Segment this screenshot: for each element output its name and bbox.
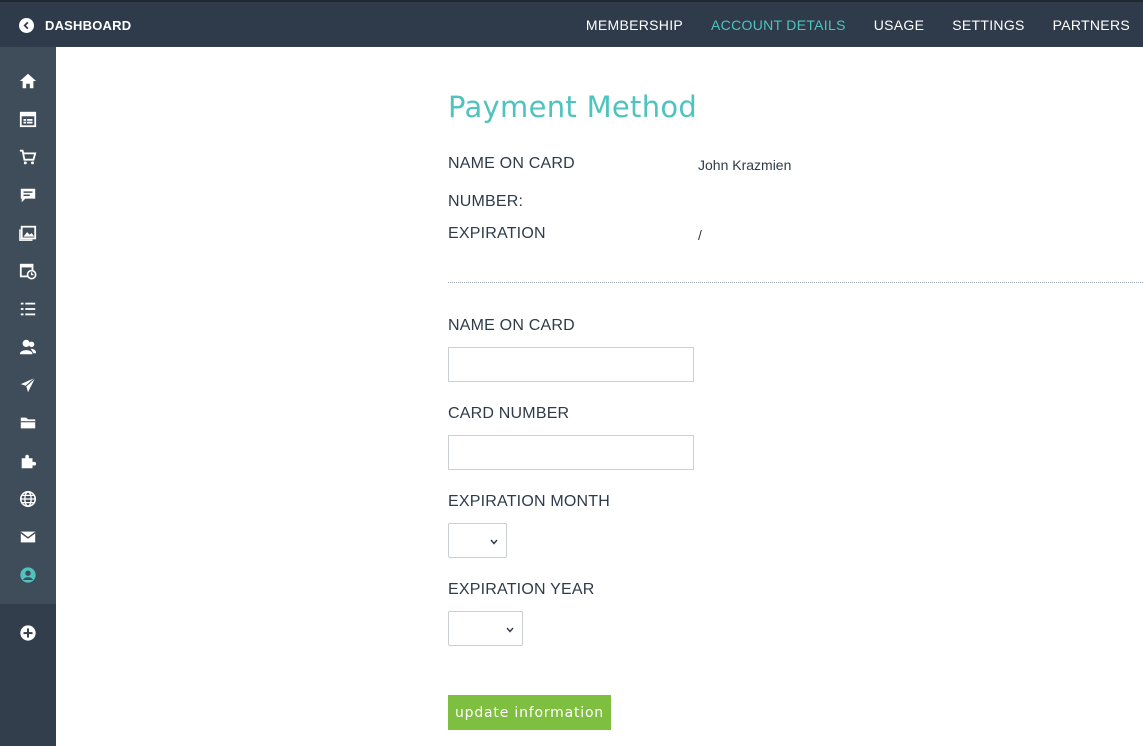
expiration-year-select[interactable]	[448, 611, 523, 646]
update-information-button[interactable]: update information	[448, 695, 611, 730]
expiration-month-field-label: EXPIRATION MONTH	[448, 493, 611, 510]
name-on-card-value: John Krazmien	[698, 157, 792, 173]
name-on-card-input[interactable]	[448, 347, 694, 382]
back-arrow-icon	[19, 17, 34, 33]
nav-settings[interactable]: SETTINGS	[952, 17, 1024, 33]
expiration-month-select[interactable]	[448, 523, 507, 558]
chevron-down-icon	[506, 620, 514, 638]
schedule-icon[interactable]	[18, 261, 38, 281]
nav-partners[interactable]: PARTNERS	[1053, 17, 1130, 33]
mail-icon[interactable]	[18, 527, 38, 547]
nav-membership[interactable]: MEMBERSHIP	[586, 17, 683, 33]
card-number-label: NUMBER:	[448, 193, 524, 210]
card-number-input[interactable]	[448, 435, 694, 470]
globe-icon[interactable]	[18, 489, 38, 509]
folder-icon[interactable]	[18, 413, 38, 433]
back-to-dashboard-link[interactable]: DASHBOARD	[19, 15, 131, 35]
top-navigation-bar: DASHBOARD MEMBERSHIP ACCOUNT DETAILS USA…	[0, 0, 1143, 47]
section-divider	[448, 282, 1143, 283]
chat-icon[interactable]	[18, 185, 38, 205]
cart-icon[interactable]	[18, 147, 38, 167]
puzzle-icon[interactable]	[18, 451, 38, 471]
top-nav-menu: MEMBERSHIP ACCOUNT DETAILS USAGE SETTING…	[558, 2, 1130, 47]
add-icon[interactable]	[18, 623, 38, 643]
calendar-icon[interactable]	[18, 109, 38, 129]
expiration-year-field-label: EXPIRATION YEAR	[448, 581, 595, 598]
nav-usage[interactable]: USAGE	[874, 17, 925, 33]
home-icon[interactable]	[18, 71, 38, 91]
name-on-card-label: NAME ON CARD	[448, 155, 575, 172]
nav-account-details[interactable]: ACCOUNT DETAILS	[711, 17, 846, 33]
expiration-value: /	[698, 227, 702, 243]
list-icon[interactable]	[18, 299, 38, 319]
send-icon[interactable]	[18, 375, 38, 395]
sidebar-main-section	[0, 47, 56, 604]
expiration-label: EXPIRATION	[448, 225, 546, 242]
card-number-field-label: CARD NUMBER	[448, 405, 570, 422]
back-label: DASHBOARD	[45, 17, 132, 33]
chevron-down-icon	[490, 532, 498, 550]
account-icon[interactable]	[18, 565, 38, 585]
sidebar	[0, 47, 56, 746]
gallery-icon[interactable]	[18, 223, 38, 243]
users-icon[interactable]	[18, 337, 38, 357]
page-title: Payment Method	[448, 90, 698, 124]
name-on-card-field-label: NAME ON CARD	[448, 317, 575, 334]
